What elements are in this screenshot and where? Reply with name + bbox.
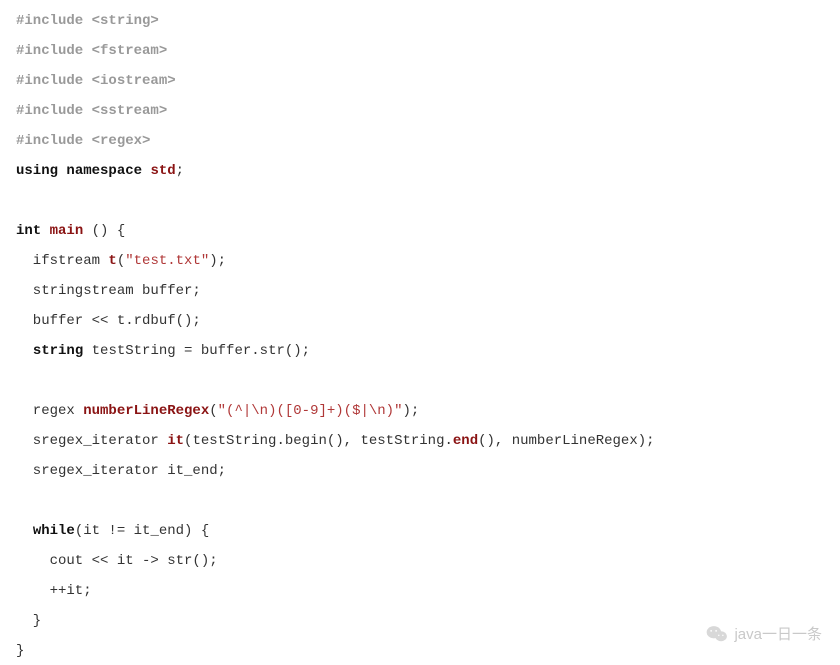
code-line-blank — [16, 373, 24, 389]
close-brace-inner: } — [16, 613, 41, 629]
keyword-string: string — [33, 343, 83, 359]
keyword-using: using — [16, 163, 58, 179]
code-line: #include <string> — [16, 13, 159, 29]
string-test-txt: "test.txt" — [125, 253, 209, 269]
code-line: sregex_iterator it(testString.begin(), t… — [16, 433, 655, 449]
preprocessor: #include <regex> — [16, 133, 150, 149]
code-line: regex numberLineRegex("(^|\n)([0-9]+)($|… — [16, 403, 419, 419]
string-regex-pattern: "(^|\n)([0-9]+)($|\n)" — [218, 403, 403, 419]
preprocessor: #include <sstream> — [16, 103, 167, 119]
it-pre: sregex_iterator — [16, 433, 167, 449]
buffer-line: buffer << t.rdbuf(); — [16, 313, 201, 329]
indent — [16, 343, 33, 359]
code-line: int main () { — [16, 223, 125, 239]
stringstream-line: stringstream buffer; — [16, 283, 201, 299]
close-paren: ); — [209, 253, 226, 269]
main-parens: () { — [83, 223, 125, 239]
code-line: ++it; — [16, 583, 92, 599]
identifier-regex: numberLineRegex — [83, 403, 209, 419]
code-line: } — [16, 643, 24, 659]
code-line: sregex_iterator it_end; — [16, 463, 226, 479]
itend-line: sregex_iterator it_end; — [16, 463, 226, 479]
cout-line: cout << it -> str(); — [16, 553, 218, 569]
code-line-blank — [16, 493, 24, 509]
while-rest: (it != it_end) { — [75, 523, 209, 539]
it-args-b: (), numberLineRegex); — [478, 433, 654, 449]
code-line: } — [16, 613, 41, 629]
keyword-int: int — [16, 223, 41, 239]
code-line: #include <fstream> — [16, 43, 167, 59]
semicolon: ; — [176, 163, 184, 179]
function-main: main — [50, 223, 84, 239]
code-line: ifstream t("test.txt"); — [16, 253, 226, 269]
code-line: stringstream buffer; — [16, 283, 201, 299]
regex-pre: regex — [16, 403, 83, 419]
code-line: buffer << t.rdbuf(); — [16, 313, 201, 329]
identifier-end: end — [453, 433, 478, 449]
code-line: string testString = buffer.str(); — [16, 343, 310, 359]
identifier-t: t — [108, 253, 116, 269]
open-paren: ( — [209, 403, 217, 419]
code-line: #include <regex> — [16, 133, 150, 149]
keyword-while: while — [33, 523, 75, 539]
preprocessor: #include <fstream> — [16, 43, 167, 59]
identifier-std: std — [150, 163, 175, 179]
identifier-it: it — [167, 433, 184, 449]
indent — [16, 523, 33, 539]
code-line: #include <sstream> — [16, 103, 167, 119]
code-line: while(it != it_end) { — [16, 523, 209, 539]
code-line: #include <iostream> — [16, 73, 176, 89]
inc-line: ++it; — [16, 583, 92, 599]
ifstream-decl: ifstream — [16, 253, 108, 269]
keyword-namespace: namespace — [66, 163, 142, 179]
open-paren: ( — [117, 253, 125, 269]
code-block: #include <string> #include <fstream> #in… — [0, 0, 840, 665]
it-args-a: (testString.begin(), testString. — [184, 433, 453, 449]
preprocessor: #include <iostream> — [16, 73, 176, 89]
code-line: cout << it -> str(); — [16, 553, 218, 569]
code-line-blank — [16, 193, 24, 209]
preprocessor: #include <string> — [16, 13, 159, 29]
close-paren: ); — [403, 403, 420, 419]
teststring-rest: testString = buffer.str(); — [83, 343, 310, 359]
code-line: using namespace std; — [16, 163, 184, 179]
close-brace-outer: } — [16, 643, 24, 659]
